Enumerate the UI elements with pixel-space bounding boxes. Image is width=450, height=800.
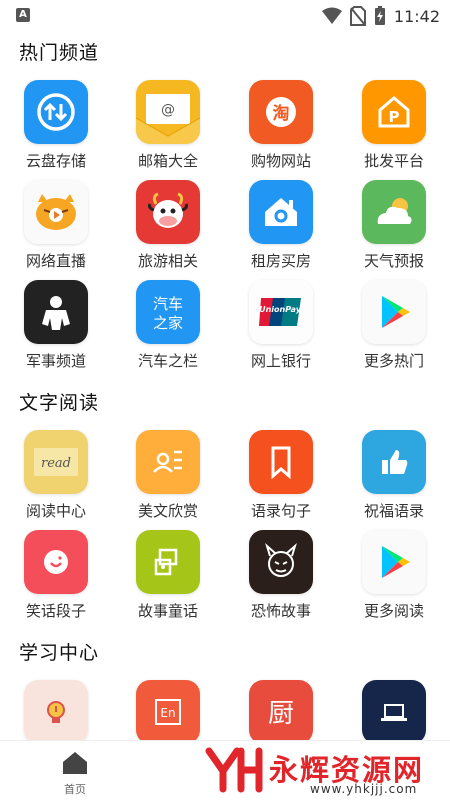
svg-text:En: En (160, 706, 175, 720)
watermark-logo-icon (205, 747, 263, 793)
grid-item-label: 祝福语录 (363, 502, 424, 520)
grid-item-label: 网络直播 (25, 252, 86, 270)
grid-item-label: 军事频道 (25, 352, 86, 370)
notification-icon: A (16, 8, 30, 22)
taobao-icon: 淘 (249, 80, 313, 144)
bookmark-icon (249, 430, 313, 494)
grid-item-label: 邮箱大全 (137, 152, 198, 170)
grid-item-essays[interactable]: 美文欣赏 (112, 430, 224, 530)
grid-item-label: 更多热门 (363, 352, 424, 370)
clock: 11:42 (393, 6, 440, 26)
grid-item-weather[interactable]: 天气预报 (338, 180, 450, 280)
svg-text:厨: 厨 (268, 699, 294, 729)
devil-icon (249, 530, 313, 594)
thumbs-up-icon (362, 430, 426, 494)
cloud-upload-icon (24, 80, 88, 144)
grid-item-label: 更多阅读 (363, 602, 424, 620)
no-sim-icon (349, 6, 366, 26)
soldier-icon (24, 280, 88, 344)
grid-item-label: 阅读中心 (25, 502, 86, 520)
house-icon (249, 180, 313, 244)
grid-item-mailbox[interactable]: @ 邮箱大全 (112, 80, 224, 180)
grid-item-housing[interactable]: 租房买房 (225, 180, 337, 280)
grid-item-reading-center[interactable]: read 阅读中心 (0, 430, 112, 530)
smile-icon (24, 530, 88, 594)
grid-item-shopping[interactable]: 淘 购物网站 (225, 80, 337, 180)
status-icons: 11:42 (321, 4, 440, 28)
laptop-icon (362, 680, 426, 744)
play-store-icon (362, 280, 426, 344)
lightbulb-icon (24, 680, 88, 744)
grid-item-label: 汽车之栏 (137, 352, 198, 370)
read-note-icon: read (24, 430, 88, 494)
grid-item-wholesale[interactable]: P 批发平台 (338, 80, 450, 180)
store-p-icon: P (362, 80, 426, 144)
svg-text:read: read (41, 456, 71, 471)
grid-item-label: 购物网站 (250, 152, 311, 170)
section-title-study: 学习中心 (19, 642, 100, 664)
svg-text:淘: 淘 (273, 103, 290, 124)
section-title-hot: 热门频道 (19, 42, 100, 64)
nav-home-label: 首页 (64, 783, 86, 796)
grid-item-car[interactable]: 汽车 之家 汽车之栏 (112, 280, 224, 380)
grid-item-label: 旅游相关 (137, 252, 198, 270)
unionpay-icon: UnionPay (249, 280, 313, 344)
grid-item-label: 租房买房 (250, 252, 311, 270)
home-icon (63, 752, 87, 774)
watermark-text: 永辉资源网 (269, 752, 425, 787)
story-icon (136, 530, 200, 594)
grid-item-online-bank[interactable]: UnionPay 网上银行 (225, 280, 337, 380)
app-screen: A 11:42 热门频道 云盘存储 @ 邮箱大全 淘 购物网站 P 批发平台 网… (0, 0, 450, 800)
section-title-reading: 文字阅读 (19, 392, 100, 414)
grid-item-label: 天气预报 (363, 252, 424, 270)
svg-text:@: @ (161, 102, 175, 118)
grid-item-more-hot[interactable]: 更多热门 (338, 280, 450, 380)
grid-item-label: 云盘存储 (25, 152, 86, 170)
svg-text:UnionPay: UnionPay (259, 305, 302, 314)
svg-text:汽车: 汽车 (153, 295, 183, 313)
grid-item-quotes[interactable]: 语录句子 (225, 430, 337, 530)
nav-home[interactable]: 首页 (19, 749, 131, 799)
grid-item-horror[interactable]: 恐怖故事 (225, 530, 337, 630)
svg-text:之家: 之家 (153, 314, 183, 332)
status-bar: A 11:42 (0, 0, 450, 32)
grid-item-cloud-storage[interactable]: 云盘存储 (0, 80, 112, 180)
kitchen-icon: 厨 (249, 680, 313, 744)
grid-item-label: 语录句子 (250, 502, 311, 520)
profile-card-icon (136, 430, 200, 494)
grid-item-label: 笑话段子 (25, 602, 86, 620)
weather-icon (362, 180, 426, 244)
grid-item-label: 恐怖故事 (250, 602, 311, 620)
tiger-live-icon (24, 180, 88, 244)
grid-item-live-stream[interactable]: 网络直播 (0, 180, 112, 280)
english-icon: En (136, 680, 200, 744)
grid-item-label: 美文欣赏 (137, 502, 198, 520)
grid-item-stories[interactable]: 故事童话 (112, 530, 224, 630)
grid-item-blessings[interactable]: 祝福语录 (338, 430, 450, 530)
grid-item-label: 故事童话 (137, 602, 198, 620)
cow-icon (136, 180, 200, 244)
car-home-icon: 汽车 之家 (136, 280, 200, 344)
grid-item-travel[interactable]: 旅游相关 (112, 180, 224, 280)
grid-item-jokes[interactable]: 笑话段子 (0, 530, 112, 630)
battery-charging-icon (374, 6, 385, 25)
play-store-icon (362, 530, 426, 594)
svg-text:P: P (389, 108, 400, 126)
grid-item-label: 网上银行 (250, 352, 311, 370)
watermark-url: www.yhkjjj.com (310, 782, 418, 796)
mail-envelope-icon: @ (136, 80, 200, 144)
grid-item-military[interactable]: 军事频道 (0, 280, 112, 380)
grid-item-label: 批发平台 (363, 152, 424, 170)
wifi-icon (321, 7, 342, 24)
grid-item-more-reading[interactable]: 更多阅读 (338, 530, 450, 630)
